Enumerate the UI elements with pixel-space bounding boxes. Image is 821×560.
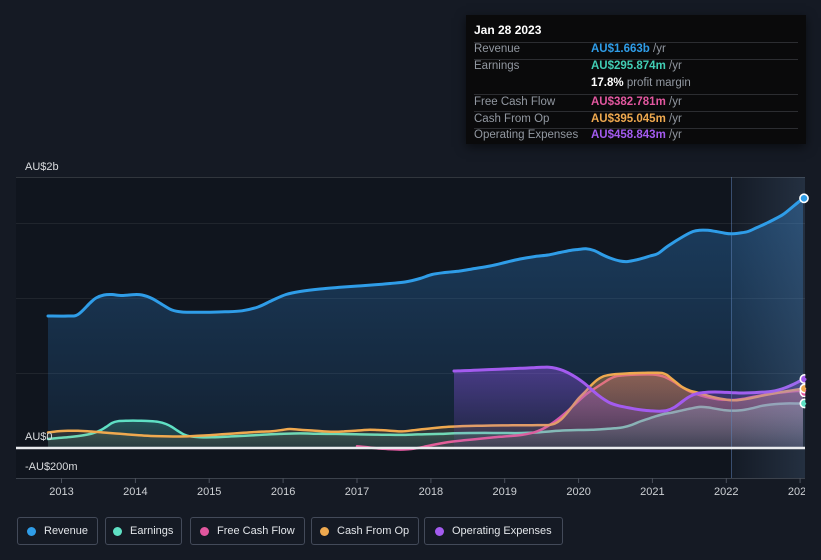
svg-text:2019: 2019 [492, 486, 516, 498]
svg-text:2018: 2018 [419, 486, 443, 498]
svg-text:AU$2b: AU$2b [25, 161, 59, 173]
svg-text:2016: 2016 [271, 486, 295, 498]
svg-text:2014: 2014 [123, 486, 147, 498]
svg-text:2023: 2023 [788, 486, 812, 498]
svg-text:AU$0: AU$0 [25, 431, 53, 443]
svg-text:2021: 2021 [640, 486, 664, 498]
svg-text:-AU$200m: -AU$200m [25, 461, 78, 473]
svg-text:2015: 2015 [197, 486, 221, 498]
svg-text:2022: 2022 [714, 486, 738, 498]
svg-text:2020: 2020 [566, 486, 590, 498]
svg-text:2017: 2017 [345, 486, 369, 498]
svg-text:2013: 2013 [49, 486, 73, 498]
